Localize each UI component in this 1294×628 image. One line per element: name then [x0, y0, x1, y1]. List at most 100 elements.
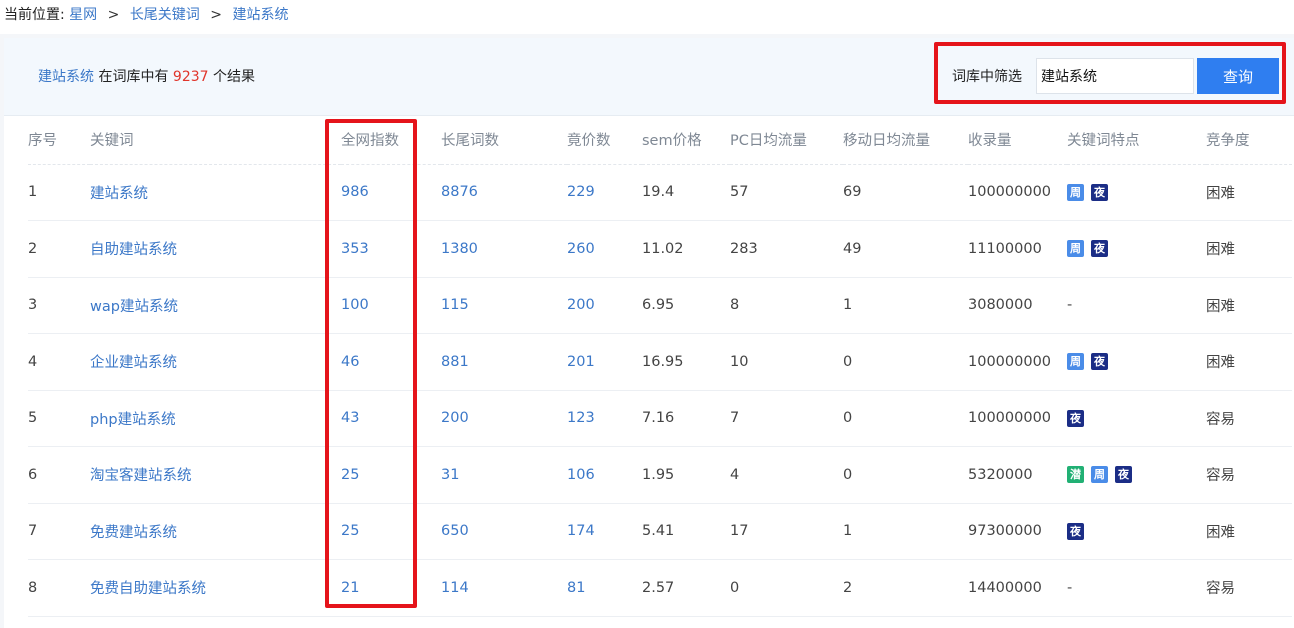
keyword-link[interactable]: 免费建站系统 [90, 525, 177, 541]
index-link[interactable]: 100 [341, 297, 369, 313]
index-link[interactable]: 46 [341, 354, 359, 370]
filter-input[interactable] [1036, 58, 1194, 94]
longtail-link[interactable]: 115 [441, 297, 469, 313]
cell-longtail-link: 650 [441, 503, 567, 560]
empty-feature: - [1067, 579, 1073, 596]
bids-link[interactable]: 106 [567, 467, 595, 483]
cell-indexed-count: 97300000 [968, 503, 1067, 560]
longtail-link[interactable]: 650 [441, 523, 469, 539]
longtail-link[interactable]: 200 [441, 410, 469, 426]
cell-indexed-count: 100000000 [968, 164, 1067, 221]
cell-row-number: 4 [28, 333, 90, 391]
results-summary-bar: 建站系统 在词库中有 9237 个结果 词库中筛选 查询 [4, 38, 1294, 116]
keyword-link[interactable]: 企业建站系统 [90, 355, 177, 371]
cell-indexed-count: 100000000 [968, 333, 1067, 391]
breadcrumb-item-current[interactable]: 建站系统 [232, 7, 288, 23]
breadcrumb-label: 当前位置: [4, 7, 65, 23]
results-panel: 建站系统 在词库中有 9237 个结果 词库中筛选 查询 序号 关键词 全网指数… [4, 38, 1294, 628]
column-header-longtail: 长尾词数 [441, 116, 567, 165]
competition-level: 困难 [1206, 503, 1292, 560]
filter-label: 词库中筛选 [952, 69, 1022, 85]
table-row: 6 淘宝客建站系统 25 31 106 1.95 4 0 5320000 潜周夜容易 [28, 446, 1292, 504]
breadcrumb-item-home[interactable]: 星网 [69, 7, 97, 23]
column-header-bids: 竟价数 [567, 116, 642, 165]
cell-row-number: 6 [28, 446, 90, 504]
column-header-sem-price: sem价格 [642, 116, 730, 165]
bids-link[interactable]: 174 [567, 523, 595, 539]
index-link[interactable]: 43 [341, 410, 359, 426]
cell-index-link: 21 [341, 559, 441, 617]
keyword-link[interactable]: 淘宝客建站系统 [90, 468, 192, 484]
keyword-link[interactable]: 免费自助建站系统 [90, 581, 206, 597]
longtail-link[interactable]: 1380 [441, 241, 478, 257]
cell-longtail-link: 200 [441, 390, 567, 447]
cell-index-link: 986 [341, 164, 441, 221]
competition-level: 容易 [1206, 446, 1292, 504]
bids-link[interactable]: 200 [567, 297, 595, 313]
breadcrumb-item-longtail[interactable]: 长尾关键词 [130, 7, 200, 23]
cell-longtail-link: 31 [441, 446, 567, 504]
keyword-link[interactable]: php建站系统 [90, 412, 176, 428]
breadcrumb-separator: > [210, 7, 222, 23]
tag-night-icon: 夜 [1115, 466, 1132, 484]
cell-keyword-link: wap建站系统 [90, 277, 341, 334]
summary-keyword-link[interactable]: 建站系统 [38, 69, 94, 85]
tag-night-icon: 夜 [1067, 522, 1084, 540]
cell-longtail-link: 115 [441, 277, 567, 334]
cell-pc-traffic: 17 [730, 503, 843, 560]
index-link[interactable]: 21 [341, 580, 359, 596]
column-header-keyword: 关键词 [90, 116, 341, 165]
bids-link[interactable]: 260 [567, 241, 595, 257]
tag-night-icon: 夜 [1091, 183, 1108, 201]
index-link[interactable]: 25 [341, 467, 359, 483]
breadcrumb-separator: > [107, 7, 120, 23]
cell-index-link: 100 [341, 277, 441, 334]
breadcrumb: 当前位置: 星网 > 长尾关键词 > 建站系统 [0, 0, 1294, 34]
longtail-link[interactable]: 114 [441, 580, 469, 596]
cell-keyword-link: php建站系统 [90, 390, 341, 447]
cell-mobile-traffic: 0 [843, 446, 968, 504]
index-link[interactable]: 353 [341, 241, 369, 257]
cell-sem-price: 16.95 [642, 333, 730, 391]
longtail-link[interactable]: 881 [441, 354, 469, 370]
table-row: 7 免费建站系统 25 650 174 5.41 17 1 97300000 夜 困难 [28, 503, 1292, 560]
tag-latent-icon: 潜 [1067, 466, 1084, 484]
bids-link[interactable]: 229 [567, 184, 595, 200]
keyword-link[interactable]: 自助建站系统 [90, 242, 177, 258]
cell-bids-link: 260 [567, 220, 642, 278]
competition-level: 困难 [1206, 333, 1292, 391]
keyword-link[interactable]: wap建站系统 [90, 299, 178, 315]
cell-bids-link: 123 [567, 390, 642, 447]
bids-link[interactable]: 201 [567, 354, 595, 370]
cell-row-number: 1 [28, 164, 90, 221]
cell-keyword-link: 免费自助建站系统 [90, 559, 341, 617]
bids-link[interactable]: 81 [567, 580, 585, 596]
cell-indexed-count: 14400000 [968, 559, 1067, 617]
cell-pc-traffic: 10 [730, 333, 843, 391]
cell-mobile-traffic: 69 [843, 164, 968, 221]
keyword-link[interactable]: 建站系统 [90, 186, 148, 202]
longtail-link[interactable]: 8876 [441, 184, 478, 200]
cell-indexed-count: 11100000 [968, 220, 1067, 278]
index-link[interactable]: 986 [341, 184, 369, 200]
longtail-link[interactable]: 31 [441, 467, 459, 483]
column-header-pc-traffic: PC日均流量 [730, 116, 843, 165]
cell-mobile-traffic: 1 [843, 503, 968, 560]
table-header-row: 序号 关键词 全网指数 长尾词数 竟价数 sem价格 PC日均流量 移动日均流量… [28, 116, 1292, 165]
cell-longtail-link: 8876 [441, 164, 567, 221]
query-button[interactable]: 查询 [1197, 58, 1279, 94]
cell-keyword-features: 周夜 [1067, 164, 1206, 221]
summary-middle-text: 在词库中有 [98, 69, 169, 85]
index-link[interactable]: 25 [341, 523, 359, 539]
cell-row-number: 5 [28, 390, 90, 447]
tag-night-icon: 夜 [1091, 353, 1108, 371]
cell-pc-traffic: 0 [730, 559, 843, 617]
cell-indexed-count: 100000000 [968, 390, 1067, 447]
cell-mobile-traffic: 0 [843, 333, 968, 391]
cell-mobile-traffic: 1 [843, 277, 968, 334]
cell-pc-traffic: 4 [730, 446, 843, 504]
table-body: 1 建站系统 986 8876 229 19.4 57 69 100000000 周夜困难 2 自助建… [28, 164, 1292, 617]
column-header-index: 全网指数 [341, 116, 441, 165]
bids-link[interactable]: 123 [567, 410, 595, 426]
competition-level: 容易 [1206, 390, 1292, 447]
